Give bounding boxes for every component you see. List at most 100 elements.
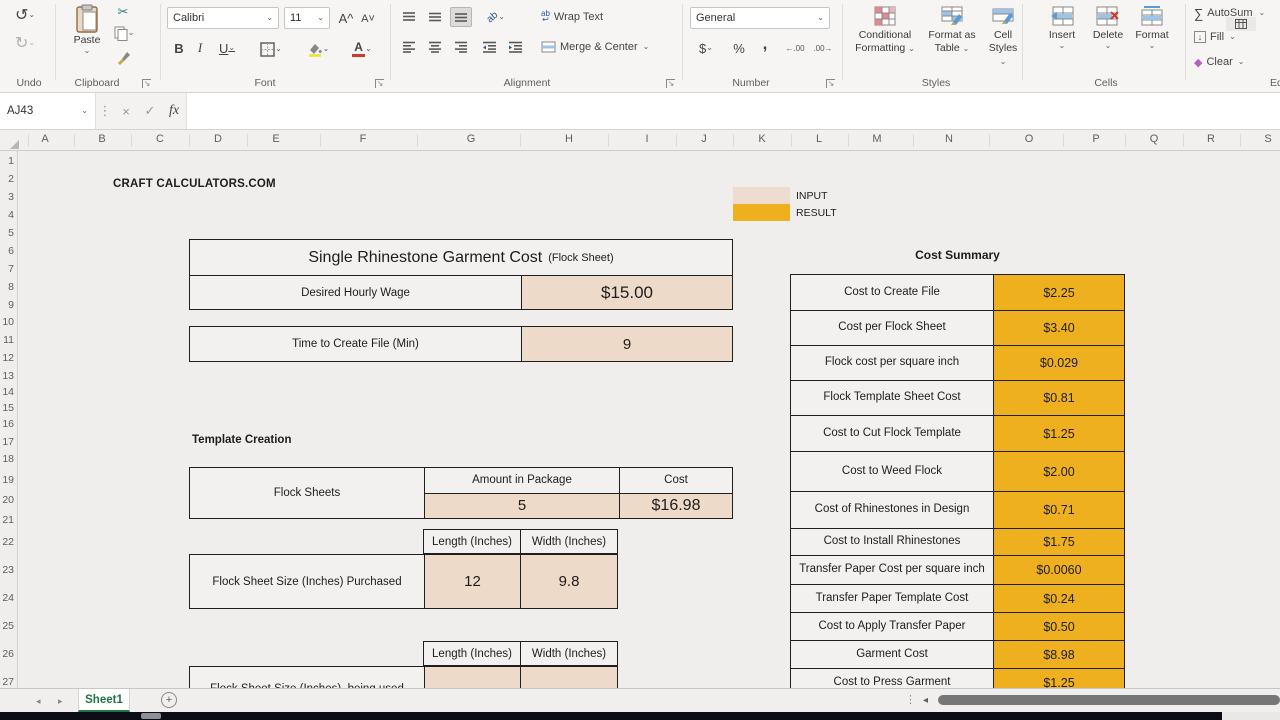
underline-button[interactable]: U ⌄: [212, 38, 242, 58]
grow-font-button[interactable]: A^: [336, 8, 356, 28]
enter-button[interactable]: ✓: [138, 103, 162, 119]
row-header-24[interactable]: 24: [0, 592, 14, 604]
amount-in-package-value[interactable]: 5: [424, 494, 619, 519]
cost-summary-value[interactable]: $3.40: [993, 311, 1124, 345]
number-dialog-launcher-icon[interactable]: ↘: [826, 79, 835, 88]
cost-summary-value[interactable]: $2.25: [993, 275, 1124, 310]
copy-button[interactable]: ⌄: [108, 24, 140, 42]
cost-summary-label[interactable]: Cost of Rhinestones in Design: [791, 492, 993, 528]
redo-button[interactable]: ↻ ⌄: [8, 32, 42, 54]
cost-summary-label[interactable]: Cost to Cut Flock Template: [791, 416, 993, 451]
cost-summary-value[interactable]: $0.71: [993, 492, 1124, 528]
number-format-select[interactable]: General ⌄: [690, 7, 830, 29]
italic-button[interactable]: I: [192, 38, 208, 58]
column-header-I[interactable]: I: [645, 133, 648, 145]
align-right-button[interactable]: [450, 37, 472, 57]
row-header-2[interactable]: 2: [0, 173, 14, 185]
legend-result-label[interactable]: RESULT: [796, 204, 837, 221]
column-header-R[interactable]: R: [1207, 133, 1215, 145]
cost-summary-label[interactable]: Transfer Paper Cost per square inch: [791, 556, 993, 584]
cost-summary-value[interactable]: $8.98: [993, 641, 1124, 668]
wage-label-cell[interactable]: Desired Hourly Wage: [190, 276, 521, 309]
column-header-S[interactable]: S: [1264, 133, 1271, 145]
wage-input-cell[interactable]: $15.00: [521, 276, 732, 309]
alignment-dialog-launcher-icon[interactable]: ↘: [666, 79, 675, 88]
horizontal-scrollbar-thumb[interactable]: [938, 695, 1280, 705]
brand-cell[interactable]: CRAFT CALCULATORS.COM: [113, 178, 276, 190]
template-creation-heading[interactable]: Template Creation: [192, 434, 291, 446]
cost-summary-label[interactable]: Cost to Install Rhinestones: [791, 529, 993, 555]
cost-summary-value[interactable]: $1.25: [993, 416, 1124, 451]
time-input-cell[interactable]: 9: [521, 327, 732, 361]
format-painter-button[interactable]: [110, 48, 136, 66]
legend-input-swatch[interactable]: [733, 187, 790, 204]
row-header-21[interactable]: 21: [0, 514, 14, 526]
wrap-text-button[interactable]: ab↩ Wrap Text: [541, 7, 627, 27]
row-header-15[interactable]: 15: [0, 402, 14, 414]
borders-button[interactable]: ⌄: [254, 39, 288, 59]
cost-summary-value[interactable]: $1.75: [993, 529, 1124, 555]
fill-color-button[interactable]: ⌄: [300, 39, 336, 59]
column-header-E[interactable]: E: [272, 133, 279, 145]
format-cells-button[interactable]: Format ⌄: [1130, 6, 1174, 50]
column-header-A[interactable]: A: [41, 133, 48, 145]
row-header-13[interactable]: 13: [0, 370, 14, 382]
cost-value[interactable]: $16.98: [619, 494, 732, 519]
delete-cells-button[interactable]: Delete ⌄: [1086, 6, 1130, 50]
undo-button[interactable]: ↺ ⌄: [8, 4, 42, 26]
insert-function-button[interactable]: fx: [162, 103, 186, 119]
percent-style-button[interactable]: %: [728, 38, 750, 58]
scrollbar-dots-icon[interactable]: ⋮: [905, 693, 916, 706]
purchased-width-value[interactable]: 9.8: [520, 555, 617, 608]
cost-summary-value[interactable]: $0.0060: [993, 556, 1124, 584]
shrink-font-button[interactable]: A˅: [358, 9, 378, 29]
align-center-button[interactable]: [424, 37, 446, 57]
row-header-22[interactable]: 22: [0, 536, 14, 548]
legend-input-label[interactable]: INPUT: [796, 187, 828, 204]
decrease-decimal-button[interactable]: .00→: [810, 40, 836, 56]
cost-summary-label[interactable]: Transfer Paper Template Cost: [791, 585, 993, 612]
column-header-M[interactable]: M: [872, 133, 881, 145]
cost-summary-label[interactable]: Flock Template Sheet Cost: [791, 381, 993, 415]
column-header-F[interactable]: F: [360, 133, 367, 145]
row-header-20[interactable]: 20: [0, 494, 14, 506]
column-header-P[interactable]: P: [1092, 133, 1099, 145]
align-bottom-button[interactable]: [450, 7, 472, 27]
cost-summary-label[interactable]: Flock cost per square inch: [791, 346, 993, 380]
cost-summary-value[interactable]: $2.00: [993, 452, 1124, 491]
clear-button[interactable]: ◆ Clear ⌄: [1194, 53, 1264, 71]
cancel-button[interactable]: ×: [114, 104, 138, 119]
row-header-4[interactable]: 4: [0, 209, 14, 221]
format-as-table-button[interactable]: Format as Table ⌄: [922, 6, 982, 55]
next-sheet-arrow-icon[interactable]: ▸: [58, 696, 63, 707]
align-middle-button[interactable]: [424, 7, 446, 27]
column-header-D[interactable]: D: [214, 133, 222, 145]
row-header-17[interactable]: 17: [0, 436, 14, 448]
purchased-length-value[interactable]: 12: [424, 555, 520, 608]
row-header-1[interactable]: 1: [0, 155, 14, 167]
column-header-H[interactable]: H: [565, 133, 573, 145]
row-header-23[interactable]: 23: [0, 564, 14, 576]
accounting-format-button[interactable]: $ ⌄: [692, 38, 720, 58]
increase-decimal-button[interactable]: ←.00: [782, 40, 808, 56]
decrease-indent-button[interactable]: [478, 37, 500, 57]
length-header-2[interactable]: Length (Inches): [424, 642, 520, 665]
align-left-button[interactable]: [398, 37, 420, 57]
clipboard-dialog-launcher-icon[interactable]: ↘: [142, 79, 151, 88]
orientation-button[interactable]: ab ⌄: [478, 7, 514, 27]
sheet-tab-sheet1[interactable]: Sheet1: [78, 689, 130, 712]
row-header-7[interactable]: 7: [0, 263, 14, 275]
column-header-J[interactable]: J: [701, 133, 707, 145]
new-sheet-button[interactable]: +: [161, 692, 177, 708]
time-label-cell[interactable]: Time to Create File (Min): [190, 327, 521, 361]
width-header-2[interactable]: Width (Inches): [520, 642, 617, 665]
normal-view-button[interactable]: [1226, 17, 1256, 31]
merge-center-button[interactable]: Merge & Center ⌄: [541, 37, 669, 57]
width-header[interactable]: Width (Inches): [520, 530, 617, 553]
column-header-G[interactable]: G: [467, 133, 476, 145]
row-header-18[interactable]: 18: [0, 453, 14, 465]
row-header-26[interactable]: 26: [0, 648, 14, 660]
cost-summary-value[interactable]: $0.50: [993, 613, 1124, 640]
select-all-corner[interactable]: [10, 140, 19, 149]
name-box[interactable]: AJ43 ⌄: [0, 93, 96, 129]
